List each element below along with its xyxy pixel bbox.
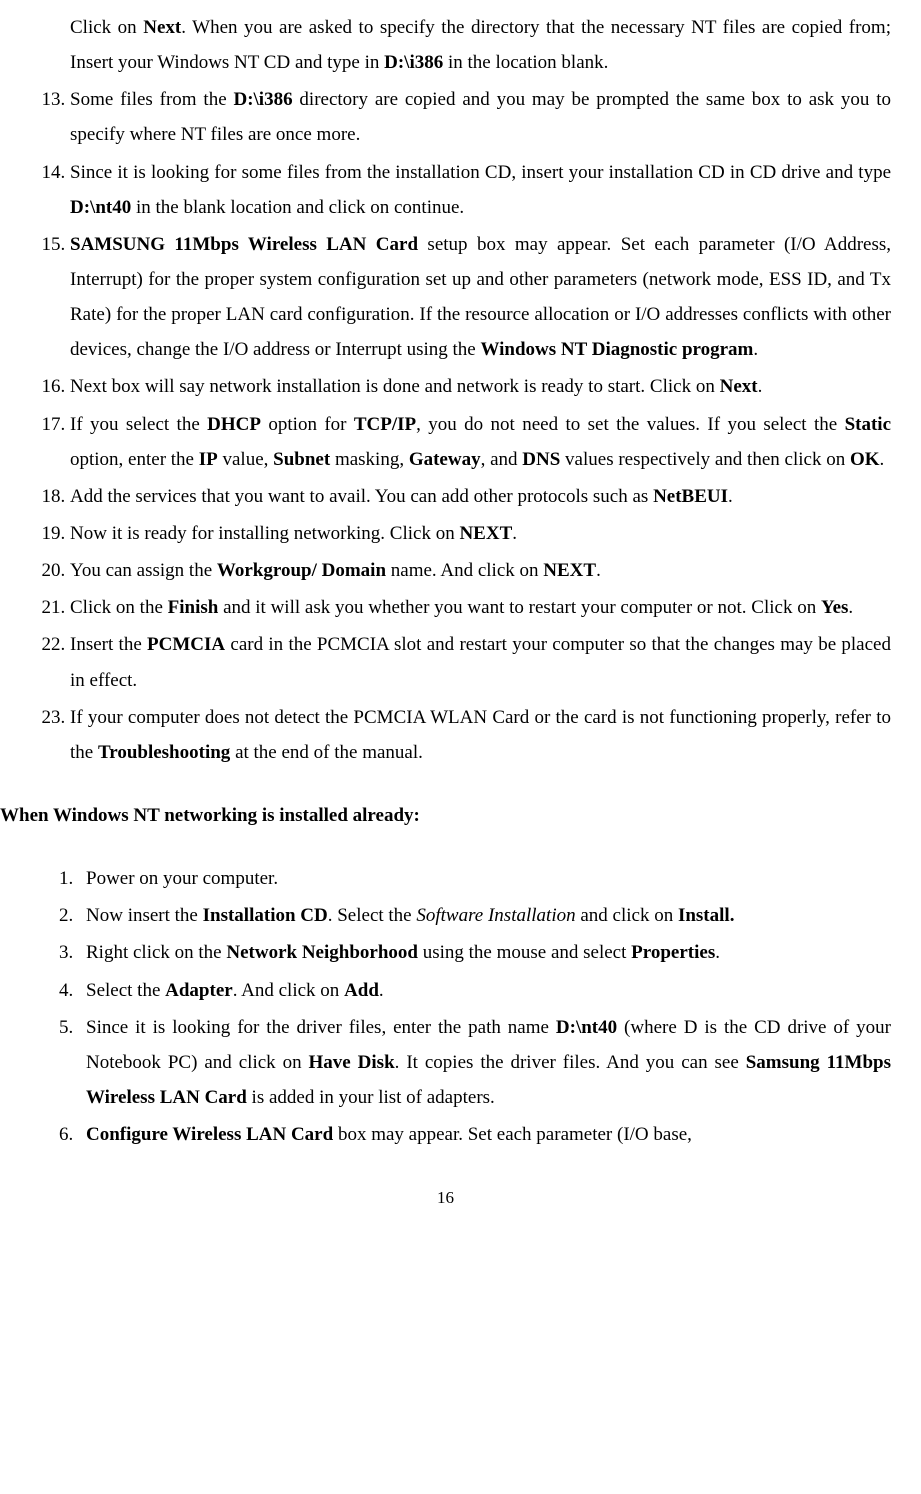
text: Right click on the — [86, 942, 226, 963]
text: . — [880, 449, 885, 470]
text: values respectively and then click on — [560, 449, 850, 470]
text: You can assign the — [70, 560, 217, 581]
text: in the blank location and click on conti… — [131, 197, 464, 218]
instruction-list-1: Some files from the D:\i386 directory ar… — [0, 82, 891, 770]
list-item: Now insert the Installation CD. Select t… — [78, 898, 891, 933]
text: . It copies the driver files. And you ca… — [395, 1052, 746, 1073]
text: and it will ask you whether you want to … — [218, 597, 821, 618]
text: Since it is looking for the driver files… — [86, 1017, 556, 1038]
bold-text: Subnet — [273, 449, 330, 470]
text: Next box will say network installation i… — [70, 376, 720, 397]
bold-text: Add — [344, 980, 379, 1001]
italic-text: Software Installation — [416, 905, 575, 926]
bold-text: Workgroup/ Domain — [217, 560, 386, 581]
text: , you do not need to set the values. If … — [416, 414, 844, 435]
text: Click on — [70, 17, 143, 38]
page-number: 16 — [0, 1182, 891, 1213]
bold-text: Configure Wireless LAN Card — [86, 1124, 333, 1145]
list-item: You can assign the Workgroup/ Domain nam… — [70, 553, 891, 588]
list-item: Since it is looking for the driver files… — [78, 1010, 891, 1115]
text: and click on — [576, 905, 678, 926]
text: masking, — [330, 449, 409, 470]
text: in the location blank. — [443, 52, 608, 73]
bold-text: NetBEUI — [653, 486, 728, 507]
bold-text: NEXT — [459, 523, 512, 544]
bold-text: DHCP — [207, 414, 261, 435]
bold-text: Finish — [168, 597, 219, 618]
bold-text: Yes — [821, 597, 848, 618]
list-item: Since it is looking for some files from … — [70, 155, 891, 225]
text: value, — [218, 449, 273, 470]
list-item: Some files from the D:\i386 directory ar… — [70, 82, 891, 152]
text: . — [758, 376, 763, 397]
text: . — [512, 523, 517, 544]
bold-text: Have Disk — [309, 1052, 395, 1073]
text: . — [728, 486, 733, 507]
list-item: Insert the PCMCIA card in the PCMCIA slo… — [70, 627, 891, 697]
bold-text: D:\i386 — [384, 52, 443, 73]
text: Click on the — [70, 597, 168, 618]
bold-text: PCMCIA — [147, 634, 225, 655]
list-item: Power on your computer. — [78, 861, 891, 896]
list-item: Right click on the Network Neighborhood … — [78, 935, 891, 970]
list-item: Now it is ready for installing networkin… — [70, 516, 891, 551]
bold-text: DNS — [522, 449, 560, 470]
text: . — [379, 980, 384, 1001]
list-item: If your computer does not detect the PCM… — [70, 700, 891, 770]
bold-text: IP — [199, 449, 218, 470]
list-item: If you select the DHCP option for TCP/IP… — [70, 407, 891, 477]
list-item: SAMSUNG 11Mbps Wireless LAN Card setup b… — [70, 227, 891, 368]
text: . Select the — [328, 905, 417, 926]
text: option, enter the — [70, 449, 199, 470]
bold-text: Troubleshooting — [98, 742, 230, 763]
bold-text: NEXT — [543, 560, 596, 581]
text: . — [596, 560, 601, 581]
text: . — [753, 339, 758, 360]
text: If you select the — [70, 414, 207, 435]
bold-text: TCP/IP — [354, 414, 416, 435]
text: . And click on — [233, 980, 344, 1001]
text: Now insert the — [86, 905, 203, 926]
text: . — [848, 597, 853, 618]
text: Since it is looking for some files from … — [70, 162, 891, 183]
bold-text: Install. — [678, 905, 735, 926]
bold-text: D:\i386 — [233, 89, 292, 110]
text: Insert the — [70, 634, 147, 655]
text: at the end of the manual. — [230, 742, 423, 763]
text: Now it is ready for installing networkin… — [70, 523, 459, 544]
text: . — [715, 942, 720, 963]
list-item: Next box will say network installation i… — [70, 369, 891, 404]
bold-text: Network Neighborhood — [226, 942, 418, 963]
text: , and — [481, 449, 523, 470]
list-item: Add the services that you want to avail.… — [70, 479, 891, 514]
bold-text: D:\nt40 — [70, 197, 131, 218]
list-item: Configure Wireless LAN Card box may appe… — [78, 1117, 891, 1152]
text: Add the services that you want to avail.… — [70, 486, 653, 507]
text: name. And click on — [386, 560, 543, 581]
text: option for — [261, 414, 354, 435]
bold-text: Static — [845, 414, 891, 435]
bold-text: Adapter — [165, 980, 233, 1001]
item-12-continuation: Click on Next. When you are asked to spe… — [0, 10, 891, 80]
bold-text: OK — [850, 449, 880, 470]
bold-text: Next — [143, 17, 181, 38]
list-item: Click on the Finish and it will ask you … — [70, 590, 891, 625]
text: box may appear. Set each parameter (I/O … — [333, 1124, 692, 1145]
text: Select the — [86, 980, 165, 1001]
section-heading: When Windows NT networking is installed … — [0, 798, 891, 833]
list-item: Select the Adapter. And click on Add. — [78, 973, 891, 1008]
bold-text: Next — [720, 376, 758, 397]
text: using the mouse and select — [418, 942, 631, 963]
bold-text: Installation CD — [203, 905, 328, 926]
bold-text: D:\nt40 — [556, 1017, 617, 1038]
bold-text: SAMSUNG 11Mbps Wireless LAN Card — [70, 234, 418, 255]
bold-text: Properties — [631, 942, 715, 963]
instruction-list-2: Power on your computer. Now insert the I… — [0, 861, 891, 1152]
text: is added in your list of adapters. — [247, 1087, 495, 1108]
bold-text: Gateway — [409, 449, 481, 470]
text: Some files from the — [70, 89, 233, 110]
bold-text: Windows NT Diagnostic program — [480, 339, 753, 360]
